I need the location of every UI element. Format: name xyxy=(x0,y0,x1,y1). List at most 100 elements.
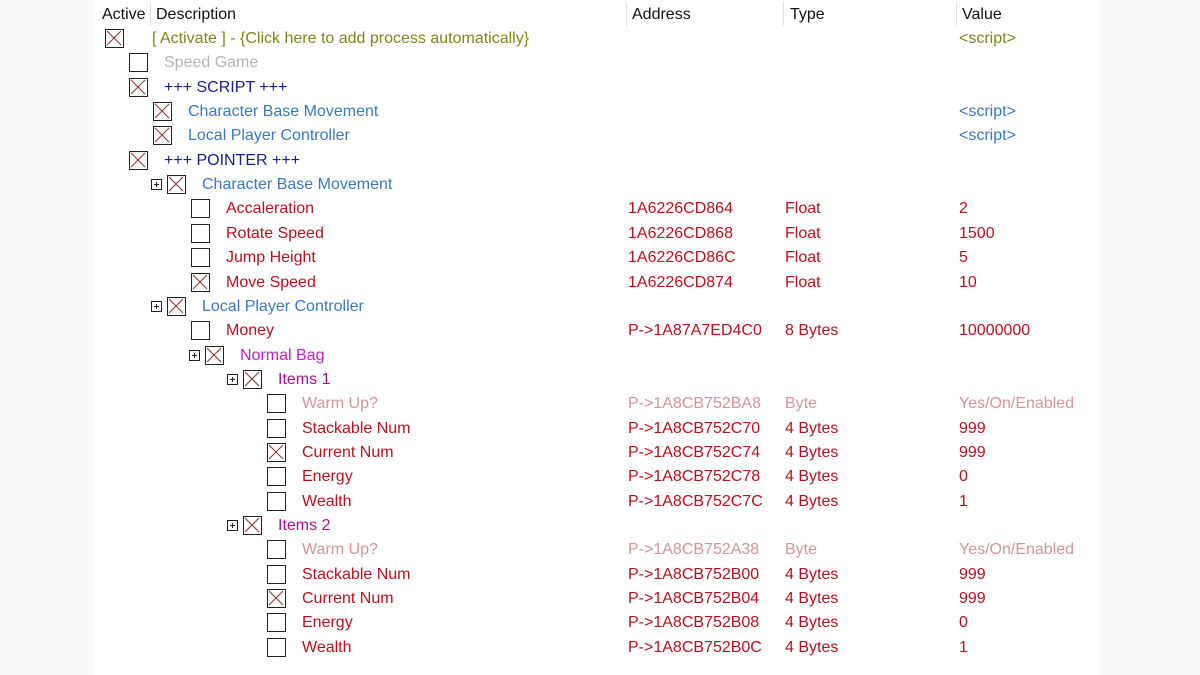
table-row[interactable]: Move Speed 1A6226CD874 Float 10 xyxy=(0,271,1200,295)
table-row[interactable]: [ Activate ] - {Click here to add proces… xyxy=(0,27,1200,51)
row-value: 2 xyxy=(959,200,968,218)
table-row[interactable]: +++ POINTER +++ xyxy=(0,149,1200,173)
expand-plus-icon[interactable] xyxy=(227,373,238,385)
active-checkbox[interactable] xyxy=(267,394,286,414)
column-header-description[interactable]: Description xyxy=(156,4,236,26)
checked-x-icon xyxy=(106,30,122,46)
row-value: <script> xyxy=(959,103,1016,121)
table-row[interactable]: Items 1 xyxy=(0,368,1200,392)
active-checkbox[interactable] xyxy=(243,369,262,389)
row-value: 1 xyxy=(959,492,968,510)
table-row[interactable]: Money P->1A87A7ED4C0 8 Bytes 10000000 xyxy=(0,319,1200,343)
active-checkbox[interactable] xyxy=(129,150,148,170)
checked-x-icon xyxy=(244,517,260,533)
table-row[interactable]: Stackable Num P->1A8CB752B00 4 Bytes 999 xyxy=(0,563,1200,587)
table-row[interactable]: Accaleration 1A6226CD864 Float 2 xyxy=(0,197,1200,221)
active-checkbox[interactable] xyxy=(191,321,210,341)
active-checkbox[interactable] xyxy=(191,223,210,243)
active-checkbox[interactable] xyxy=(167,175,186,195)
row-type: Float xyxy=(785,224,821,242)
row-description: [ Activate ] - {Click here to add proces… xyxy=(152,30,530,47)
active-checkbox[interactable] xyxy=(153,102,172,122)
table-row[interactable]: +++ SCRIPT +++ xyxy=(0,76,1200,100)
column-divider[interactable] xyxy=(783,2,784,26)
active-checkbox[interactable] xyxy=(129,77,148,97)
active-checkbox[interactable] xyxy=(267,491,286,511)
row-value: Yes/On/Enabled xyxy=(959,395,1075,413)
row-value: <script> xyxy=(959,30,1016,47)
row-type: 4 Bytes xyxy=(785,590,839,608)
row-address: P->1A8CB752B00 xyxy=(628,565,760,583)
table-row[interactable]: Warm Up? P->1A8CB752BA8 Byte Yes/On/Enabled xyxy=(0,392,1200,416)
row-type: Float xyxy=(785,249,821,267)
row-address: 1A6226CD868 xyxy=(628,224,733,242)
row-description: Local Player Controller xyxy=(188,127,350,145)
column-header-type[interactable]: Type xyxy=(790,4,825,26)
expand-plus-icon[interactable] xyxy=(151,179,162,191)
row-description: Rotate Speed xyxy=(226,224,324,242)
row-type: 4 Bytes xyxy=(785,638,839,656)
row-address: P->1A8CB752C7C xyxy=(628,492,763,510)
table-row[interactable]: Energy P->1A8CB752B08 4 Bytes 0 xyxy=(0,611,1200,635)
column-header-value[interactable]: Value xyxy=(962,4,1002,26)
active-checkbox[interactable] xyxy=(191,272,210,292)
row-value: 999 xyxy=(959,443,986,461)
row-value: Yes/On/Enabled xyxy=(959,541,1075,559)
row-address: 1A6226CD874 xyxy=(628,273,733,291)
table-row[interactable]: Wealth P->1A8CB752C7C 4 Bytes 1 xyxy=(0,490,1200,514)
checked-x-icon xyxy=(130,79,146,95)
expand-plus-icon[interactable] xyxy=(189,349,200,361)
active-checkbox[interactable] xyxy=(267,589,286,609)
row-address: P->1A8CB752C70 xyxy=(628,419,761,437)
active-checkbox[interactable] xyxy=(191,248,210,268)
table-row[interactable]: Local Player Controller <script> xyxy=(0,124,1200,148)
table-row[interactable]: Items 2 xyxy=(0,514,1200,538)
column-header-active[interactable]: Active xyxy=(102,4,146,26)
active-checkbox[interactable] xyxy=(267,467,286,487)
active-checkbox[interactable] xyxy=(267,442,286,462)
table-row[interactable]: Normal Bag xyxy=(0,344,1200,368)
active-checkbox[interactable] xyxy=(267,564,286,584)
active-checkbox[interactable] xyxy=(129,53,148,73)
row-address: P->1A8CB752B04 xyxy=(628,590,760,608)
active-checkbox[interactable] xyxy=(153,126,172,146)
table-row[interactable]: Stackable Num P->1A8CB752C70 4 Bytes 999 xyxy=(0,417,1200,441)
expand-plus-icon[interactable] xyxy=(151,300,162,312)
table-row[interactable]: Local Player Controller xyxy=(0,295,1200,319)
checked-x-icon xyxy=(168,298,184,314)
column-divider[interactable] xyxy=(626,2,627,26)
row-description: Accaleration xyxy=(226,200,315,218)
table-row[interactable]: Character Base Movement xyxy=(0,173,1200,197)
row-address: P->1A8CB752A38 xyxy=(628,541,760,559)
column-divider[interactable] xyxy=(956,2,957,26)
table-row[interactable]: Current Num P->1A8CB752C74 4 Bytes 999 xyxy=(0,441,1200,465)
checked-x-icon xyxy=(206,347,222,362)
active-checkbox[interactable] xyxy=(267,540,286,560)
active-checkbox[interactable] xyxy=(191,199,210,219)
row-address: P->1A8CB752B0C xyxy=(628,638,762,656)
active-checkbox[interactable] xyxy=(267,637,286,657)
row-description: Energy xyxy=(302,468,353,486)
column-header-address[interactable]: Address xyxy=(632,4,691,26)
table-row[interactable]: Rotate Speed 1A6226CD868 Float 1500 xyxy=(0,222,1200,246)
active-checkbox[interactable] xyxy=(105,29,124,48)
row-type: Float xyxy=(785,200,821,218)
active-checkbox[interactable] xyxy=(167,296,186,316)
table-row[interactable]: Warm Up? P->1A8CB752A38 Byte Yes/On/Enabled xyxy=(0,538,1200,562)
row-description: Normal Bag xyxy=(240,346,325,364)
table-row[interactable]: Wealth P->1A8CB752B0C 4 Bytes 1 xyxy=(0,636,1200,660)
table-row[interactable]: Energy P->1A8CB752C78 4 Bytes 0 xyxy=(0,465,1200,489)
table-row[interactable]: Jump Height 1A6226CD86C Float 5 xyxy=(0,246,1200,270)
active-checkbox[interactable] xyxy=(267,613,286,633)
expand-plus-icon[interactable] xyxy=(227,520,238,531)
row-value: 0 xyxy=(959,614,968,632)
table-row[interactable]: Current Num P->1A8CB752B04 4 Bytes 999 xyxy=(0,587,1200,611)
column-divider[interactable] xyxy=(150,2,151,26)
table-row[interactable]: Speed Game xyxy=(0,51,1200,75)
table-row[interactable]: Character Base Movement <script> xyxy=(0,100,1200,124)
row-type: Byte xyxy=(785,541,818,559)
active-checkbox[interactable] xyxy=(205,345,224,365)
active-checkbox[interactable] xyxy=(267,418,286,438)
row-address: P->1A87A7ED4C0 xyxy=(628,322,762,340)
active-checkbox[interactable] xyxy=(243,516,262,535)
